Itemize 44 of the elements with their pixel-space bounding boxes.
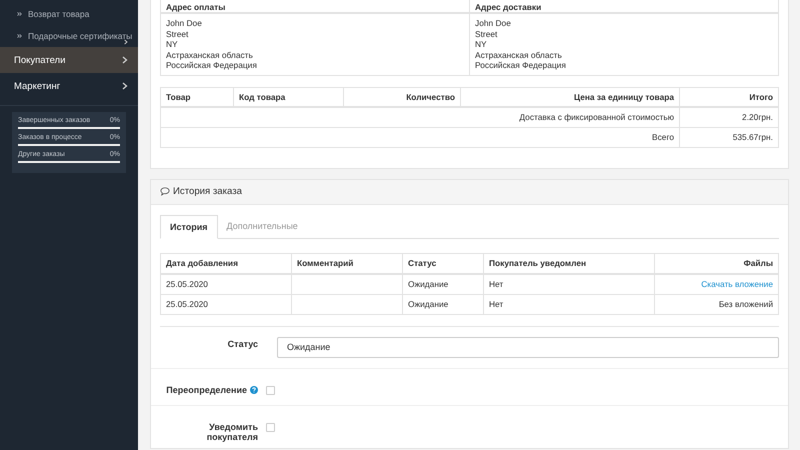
column-header: Количество xyxy=(344,87,460,107)
table-cell: Доставка с фиксированной стоимостью xyxy=(160,106,680,128)
chevron-icon xyxy=(122,82,128,90)
column-header: Цена за единицу товара xyxy=(460,87,680,107)
column-header: Дата добавления xyxy=(160,253,292,274)
table-cell: 25.05.2020 xyxy=(160,294,292,314)
nav-item[interactable]: Возврат товара xyxy=(0,3,138,25)
field-label: Статус xyxy=(228,338,258,349)
nav-item[interactable]: Маркетинг xyxy=(0,73,138,99)
table-cell: 25.05.2020 xyxy=(160,274,292,294)
speech-bubble-icon xyxy=(160,187,170,196)
panel-title: История заказа xyxy=(173,186,242,198)
table-cell: 2.20грн. xyxy=(680,106,778,128)
double-chevron-icon xyxy=(17,12,22,16)
column-header: Комментарий xyxy=(292,253,402,274)
field-label: Переопределение xyxy=(166,384,247,395)
column-header: Товар xyxy=(160,87,234,107)
column-header: Статус xyxy=(402,253,484,274)
column-header: Адрес оплаты xyxy=(160,0,470,13)
field-label: Уведомить покупателя xyxy=(206,422,258,442)
table-cell: Нет xyxy=(484,294,654,314)
address-cell: John Doe Street NY Астраханская область Российская Федерация xyxy=(160,13,470,76)
table-cell: Нет xyxy=(484,274,654,294)
table-cell: 535.67грн. xyxy=(680,127,778,148)
status-dropdown[interactable]: Ожидание xyxy=(277,336,779,358)
checkbox[interactable] xyxy=(266,386,275,395)
chevron-icon xyxy=(122,56,128,64)
double-chevron-icon xyxy=(17,34,22,38)
tab[interactable]: История xyxy=(160,214,218,239)
column-header: Итого xyxy=(680,87,778,107)
address-cell: John Doe Street NY Астраханская область Российская Федерация xyxy=(470,13,778,76)
help-icon[interactable] xyxy=(250,386,258,394)
column-header: Покупатель уведомлен xyxy=(484,253,654,274)
column-header: Файлы xyxy=(654,253,778,274)
column-header: Адрес доставки xyxy=(470,0,778,13)
table-cell: Ожидание xyxy=(402,274,484,294)
nav-item[interactable]: Подарочные сертификаты xyxy=(0,25,138,47)
nav-item[interactable]: Покупатели xyxy=(0,47,138,73)
column-header: Код товара xyxy=(234,87,344,107)
chevron-icon xyxy=(124,39,128,45)
table-cell: Без вложений xyxy=(654,294,778,314)
table-cell: Всего xyxy=(160,127,680,148)
checkbox[interactable] xyxy=(266,422,275,432)
table-cell: Ожидание xyxy=(402,294,484,314)
